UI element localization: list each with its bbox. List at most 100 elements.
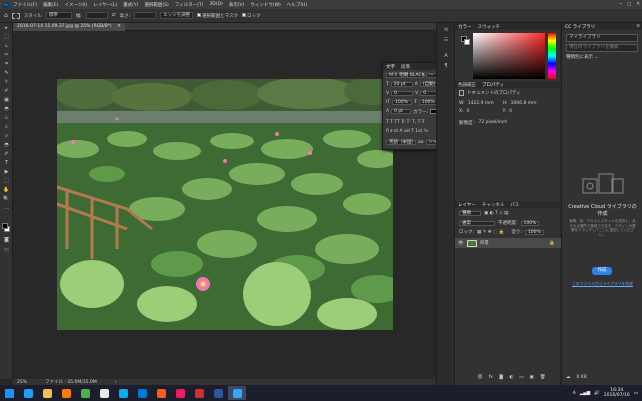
- opacity-field[interactable]: 100%: [520, 220, 540, 226]
- taskbar-acrobat-icon[interactable]: [190, 386, 208, 400]
- menu-3d[interactable]: 3D(D): [209, 2, 222, 7]
- taskbar-explorer-icon[interactable]: [38, 386, 56, 400]
- background-swatch[interactable]: [464, 39, 470, 45]
- screen-mode-icon[interactable]: ▭: [2, 247, 11, 254]
- tab-paragraph[interactable]: 段落: [401, 64, 410, 70]
- height-input[interactable]: [134, 12, 157, 19]
- menu-view[interactable]: 表示(V): [229, 2, 245, 8]
- paragraph-panel-icon[interactable]: ¶: [442, 63, 450, 70]
- stamp-tool-icon[interactable]: ▣: [2, 97, 11, 104]
- adjustment-layer-icon[interactable]: ◐: [509, 375, 513, 380]
- menu-file[interactable]: ファイル(F): [13, 2, 37, 8]
- option-checkbox-1[interactable]: 選択範囲とマスク: [197, 12, 238, 19]
- taskbar-skype-icon[interactable]: [114, 386, 132, 400]
- taskbar-media-icon[interactable]: [57, 386, 75, 400]
- zoom-level[interactable]: 25%: [17, 380, 27, 385]
- lotus-pond-photo[interactable]: [57, 79, 393, 330]
- tab-properties[interactable]: プロパティ: [482, 82, 504, 88]
- tab-paths[interactable]: パス: [510, 202, 519, 208]
- status-arrow-icon[interactable]: ›: [115, 380, 117, 385]
- blur-tool-icon[interactable]: ⌕: [2, 133, 11, 140]
- history-panel-icon[interactable]: ⟲: [442, 27, 450, 34]
- width-input[interactable]: [85, 12, 108, 19]
- tab-swatches[interactable]: スウォッチ: [478, 24, 501, 30]
- tab-color[interactable]: カラー: [458, 24, 472, 30]
- library-search-input[interactable]: 現在のライブラリを検索: [566, 44, 638, 52]
- taskbar-chrome-icon[interactable]: [76, 386, 94, 400]
- font-size-field[interactable]: 20 pt: [390, 82, 413, 87]
- gradient-tool-icon[interactable]: ⌕: [2, 124, 11, 131]
- taskbar-winamp-icon[interactable]: [95, 386, 113, 400]
- marquee-tool-icon[interactable]: ⬚: [2, 34, 11, 41]
- taskbar-paint-icon[interactable]: [171, 386, 189, 400]
- eraser-tool-icon[interactable]: ♨: [2, 115, 11, 122]
- crop-tool-icon[interactable]: ✂: [2, 52, 11, 59]
- minimize-button[interactable]: ─: [619, 2, 622, 7]
- menu-edit[interactable]: 編集(E): [43, 2, 58, 8]
- tab-libraries[interactable]: CC ライブラリ: [565, 24, 595, 30]
- dodge-tool-icon[interactable]: ◓: [2, 142, 11, 149]
- foreground-color-swatch[interactable]: [2, 223, 8, 229]
- close-icon[interactable]: ✕: [117, 24, 121, 29]
- move-tool-icon[interactable]: ▸: [2, 25, 11, 32]
- close-button[interactable]: ✕: [636, 2, 640, 7]
- blend-mode-select[interactable]: 通常: [459, 220, 495, 226]
- filter-icons[interactable]: ▣ ◐ T ◇ ▤: [484, 211, 508, 216]
- kerning-field[interactable]: 0: [391, 91, 414, 96]
- marquee-tool-icon[interactable]: [11, 12, 20, 19]
- new-layer-icon[interactable]: ▣: [530, 375, 534, 380]
- swap-icon[interactable]: ⇄: [112, 13, 116, 18]
- tab-layers[interactable]: レイヤー: [458, 202, 476, 208]
- maximize-button[interactable]: □: [627, 2, 631, 7]
- create-library-button[interactable]: 作成: [592, 267, 612, 275]
- healing-tool-icon[interactable]: ⚕: [2, 79, 11, 86]
- menu-filter[interactable]: フィルター(T): [175, 2, 204, 8]
- color-field[interactable]: [473, 33, 545, 79]
- more-tools-icon[interactable]: …: [2, 205, 11, 212]
- add-mask-icon[interactable]: ◙: [499, 375, 503, 380]
- path-select-icon[interactable]: ▶: [2, 169, 11, 176]
- panel-menu-icon[interactable]: ≡: [636, 24, 640, 29]
- hand-tool-icon[interactable]: ✋: [2, 187, 11, 194]
- lock-icons[interactable]: ▦ ✎ ✥ ⬚ 🔒: [477, 230, 504, 235]
- new-group-icon[interactable]: ▭: [519, 375, 523, 380]
- trash-icon[interactable]: 🗑: [540, 375, 546, 380]
- tab-character[interactable]: 文字: [386, 64, 395, 70]
- eyedropper-tool-icon[interactable]: ✎: [2, 70, 11, 77]
- tab-channels[interactable]: チャンネル: [482, 202, 504, 208]
- fill-field[interactable]: 100%: [524, 229, 544, 235]
- font-family-select[interactable]: ＭＳ 明朝 BLACK: [386, 73, 425, 78]
- brush-tool-icon[interactable]: ✐: [2, 88, 11, 95]
- character-panel-icon[interactable]: A: [442, 53, 450, 60]
- taskbar-photoshop-icon[interactable]: [228, 386, 246, 400]
- document-tab[interactable]: 2016-07-14 15.09.37.jpg @ 25% (RGB/8*) ✕: [13, 22, 125, 31]
- type-style-buttons[interactable]: T T TT Tr T' T, T Ŧ: [386, 120, 425, 125]
- style-select[interactable]: 標準: [45, 12, 72, 19]
- taskbar-ie-icon[interactable]: [19, 386, 37, 400]
- slice-tool-icon[interactable]: ⌗: [2, 61, 11, 68]
- home-icon[interactable]: ⌂: [4, 12, 8, 19]
- history-brush-icon[interactable]: ◓: [2, 106, 11, 113]
- menu-layer[interactable]: レイヤー(L): [93, 2, 117, 8]
- refine-edge-button[interactable]: エッジを調整: [160, 12, 194, 19]
- taskbar-edge-icon[interactable]: [133, 386, 151, 400]
- view-by-type[interactable]: 種類別に表示 ⌄: [566, 54, 598, 60]
- menu-select[interactable]: 選択範囲(S): [144, 2, 168, 8]
- fx-icon[interactable]: fx: [489, 375, 493, 380]
- library-selector[interactable]: マイライブラリ: [566, 34, 638, 42]
- pen-tool-icon[interactable]: ✐: [2, 151, 11, 158]
- tab-adjustments[interactable]: 色調補正: [458, 82, 476, 88]
- lasso-tool-icon[interactable]: ʟ: [2, 43, 11, 50]
- libraries-panel-icon[interactable]: ☷: [442, 37, 450, 44]
- menu-help[interactable]: ヘルプ(H): [287, 2, 307, 8]
- baseline-field[interactable]: 0 pt: [391, 109, 412, 114]
- menu-window[interactable]: ウィンドウ(W): [250, 2, 280, 8]
- option-checkbox-2[interactable]: ロック: [242, 12, 261, 19]
- clock[interactable]: 16:34 2016/07/16: [604, 388, 630, 398]
- notification-icon[interactable]: ▭: [634, 391, 638, 396]
- vertical-scale-field[interactable]: 100%: [392, 100, 413, 105]
- quick-mask-icon[interactable]: ◙: [2, 237, 11, 244]
- language-indicator[interactable]: A: [573, 391, 576, 396]
- link-layers-icon[interactable]: ⛓: [477, 375, 483, 380]
- create-from-file-link[interactable]: このファイルからライブラリを作成: [568, 281, 637, 287]
